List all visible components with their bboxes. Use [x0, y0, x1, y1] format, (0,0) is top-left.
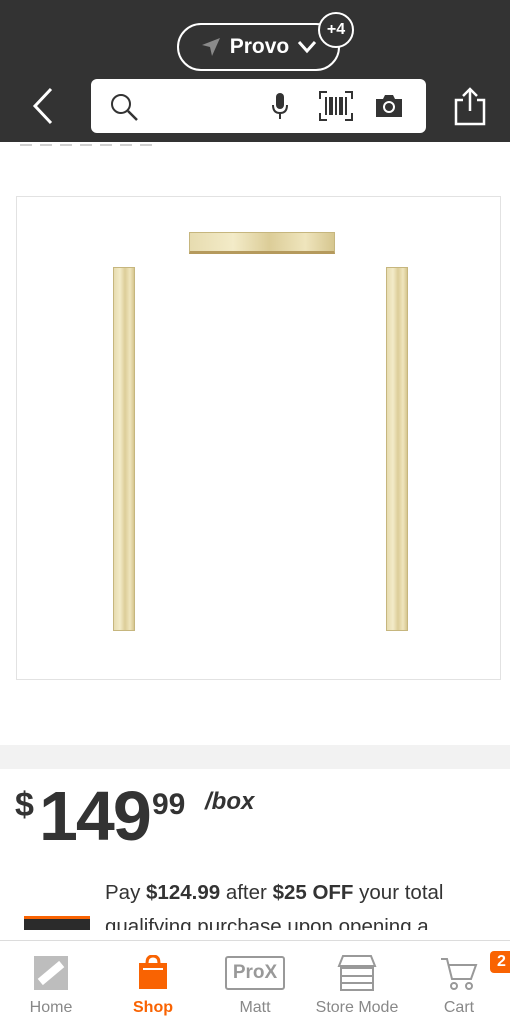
chevron-down-icon [298, 41, 317, 54]
product-image[interactable] [16, 196, 501, 680]
search-bar[interactable] [91, 79, 426, 133]
nav-home[interactable]: Home [0, 941, 102, 1020]
back-arrow-icon [32, 87, 53, 125]
door-frame-right-jamb [386, 267, 408, 631]
shop-bag-icon [139, 955, 167, 989]
price-unit: /box [205, 788, 255, 815]
share-button[interactable] [452, 86, 492, 128]
pro-x-icon: ProX [225, 956, 285, 990]
barcode-scanner-icon[interactable] [319, 91, 353, 121]
back-button[interactable] [26, 86, 60, 126]
share-icon [454, 87, 486, 126]
location-count-badge: +4 [318, 12, 354, 48]
cart-icon [441, 958, 478, 990]
home-depot-logo-icon [34, 956, 68, 990]
pro-xtra-credit-card-icon [24, 916, 90, 930]
rating-stars-partial [20, 144, 152, 152]
cart-count-badge: 2 [490, 951, 510, 973]
nav-store-mode[interactable]: Store Mode [306, 941, 408, 1020]
camera-icon[interactable] [374, 93, 404, 119]
price-whole: 149 [39, 777, 152, 855]
search-icon [111, 94, 138, 121]
promo-text: Pay $124.99 after $25 OFF your total qua… [105, 881, 444, 930]
nav-shop[interactable]: Shop [102, 941, 204, 1020]
section-divider [0, 745, 510, 769]
price-cents: 99 [152, 788, 186, 821]
location-selector[interactable]: Provo [177, 23, 340, 71]
nav-pro-account[interactable]: ProX Matt [204, 941, 306, 1020]
door-frame-header-board [189, 232, 335, 254]
top-header: Provo +4 [0, 0, 510, 142]
bottom-navigation: Home Shop ProX Matt Store Mode Cart [0, 940, 510, 1020]
promo-discounted-price: $124.99 [146, 881, 221, 904]
price-dollar-sign: $ [15, 786, 34, 824]
store-icon [337, 955, 377, 991]
location-label: Provo [229, 35, 290, 58]
promo-discount-amount: $25 OFF [272, 881, 354, 904]
credit-card-promo[interactable]: Pay $124.99 after $25 OFF your total qua… [0, 870, 510, 930]
location-arrow-icon [201, 38, 220, 56]
door-frame-left-jamb [113, 267, 135, 631]
microphone-icon[interactable] [271, 92, 289, 122]
